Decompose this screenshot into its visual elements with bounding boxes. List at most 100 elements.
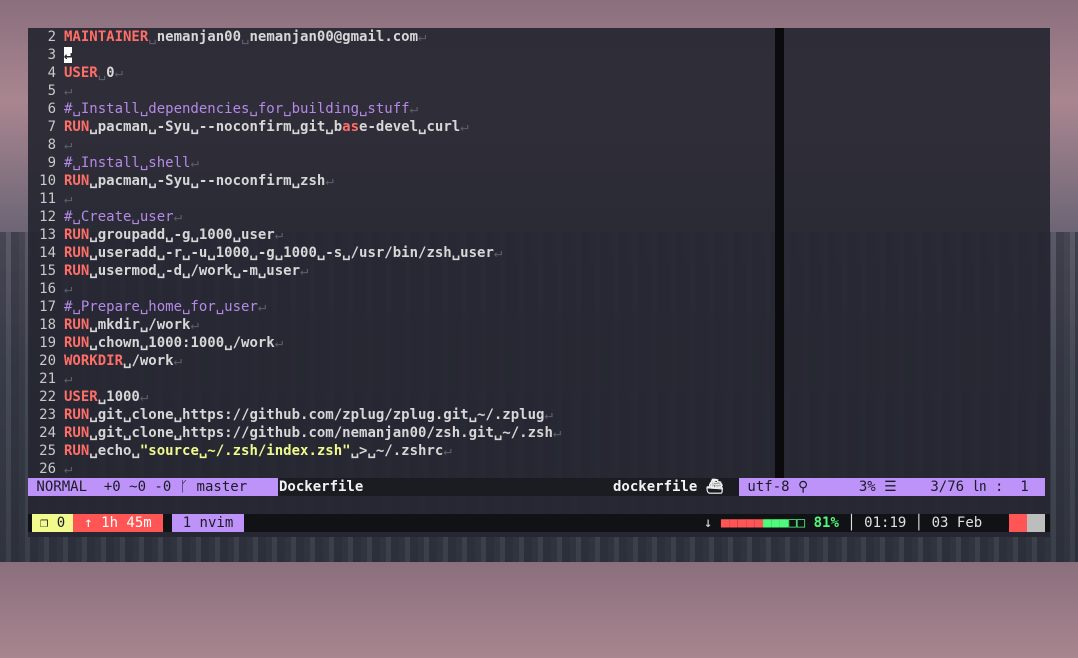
code-token: #␣Create␣user xyxy=(64,209,174,225)
tmux-statusbar: ❐ 0 ↑ 1h 45m 1 nvim ↓ ■■■■■■■■□□ 81% │ 0… xyxy=(28,514,1050,532)
line-number: 24 xyxy=(39,425,56,441)
line-number: 4 xyxy=(47,65,56,81)
editor-line[interactable]: 24 RUN␣git␣clone␣https://github.com/neman… xyxy=(28,424,775,442)
editor-line[interactable]: 5 ↵ xyxy=(28,82,775,100)
line-code: #␣Prepare␣home␣for␣user↵ xyxy=(56,299,266,315)
filename-label: Dockerfile xyxy=(279,479,364,495)
code-token: ␣chown␣1000:1000␣/work xyxy=(89,335,275,351)
code-token: ␣/work xyxy=(123,353,174,369)
battery-bar-empty: □□ xyxy=(788,515,806,531)
line-number: 11 xyxy=(39,191,56,207)
editor-line[interactable]: 18 RUN␣mkdir␣/work↵ xyxy=(28,316,775,334)
editor-line[interactable]: 3 ↵ xyxy=(28,46,775,64)
line-code: RUN␣mkdir␣/work↵ xyxy=(56,317,199,333)
code-token: ↵ xyxy=(552,425,562,441)
code-token: RUN xyxy=(64,245,90,261)
line-number: 25 xyxy=(39,443,56,459)
code-token: ↵ xyxy=(139,389,149,405)
text-cursor: ↵ xyxy=(64,47,73,63)
editor-line[interactable]: 9 #␣Install␣shell↵ xyxy=(28,154,775,172)
line-number: 8 xyxy=(47,137,56,153)
vertical-split-divider[interactable] xyxy=(775,28,784,478)
vim-statusline: NORMAL +0 ~0 -0 ᚴ master Dockerfile dock… xyxy=(28,478,1045,496)
editor-line[interactable]: 23 RUN␣git␣clone␣https://github.com/zplug… xyxy=(28,406,775,424)
code-token: ↵ xyxy=(64,137,73,153)
tmux-window-tab[interactable]: 1 nvim xyxy=(172,514,244,532)
line-code: RUN␣pacman␣-Syu␣--noconfirm␣git␣base-dev… xyxy=(56,119,469,135)
mode-indicator: NORMAL +0 ~0 -0 ᚴ master xyxy=(28,478,278,496)
battery-percent: 81% xyxy=(805,515,839,531)
code-token: "source␣~/.zsh/index.zsh" xyxy=(139,443,351,459)
code-token: ␣useradd␣-r␣-u␣1000␣-g␣1000␣-s␣/usr/bin/… xyxy=(89,245,494,261)
code-token: ␣mkdir␣/work xyxy=(89,317,191,333)
editor-line[interactable]: 25 RUN␣echo␣"source␣~/.zsh/index.zsh"␣>␣~… xyxy=(28,442,775,460)
line-code: ↵ xyxy=(56,371,72,387)
editor-line[interactable]: 8 ↵ xyxy=(28,136,775,154)
code-token: USER xyxy=(64,389,98,405)
line-code: MAINTAINER␣nemanjan00␣nemanjan00@gmail.c… xyxy=(56,29,426,45)
line-code: RUN␣pacman␣-Syu␣--noconfirm␣zsh↵ xyxy=(56,173,334,189)
line-code: USER␣0↵ xyxy=(56,65,123,81)
editor-buffer[interactable]: 2 MAINTAINER␣nemanjan00␣nemanjan00@gmail.… xyxy=(28,28,775,478)
code-token: ↵ xyxy=(300,263,309,279)
code-token: ␣ xyxy=(148,29,157,45)
battery-bar-low: ■■■■■ xyxy=(720,515,764,531)
code-token: ␣echo␣ xyxy=(89,443,140,459)
position-info: utf-8 ⚲ 3% ☰ 3/76 ㏑ : 1 xyxy=(739,478,1045,496)
editor-line[interactable]: 17 #␣Prepare␣home␣for␣user↵ xyxy=(28,298,775,316)
editor-line[interactable]: 22 USER␣1000↵ xyxy=(28,388,775,406)
code-token: RUN xyxy=(64,425,90,441)
code-token: RUN xyxy=(64,335,90,351)
line-number: 10 xyxy=(39,173,56,189)
code-token: nemanjan00 xyxy=(156,29,242,45)
code-token: RUN xyxy=(64,119,90,135)
editor-line[interactable]: 10 RUN␣pacman␣-Syu␣--noconfirm␣zsh↵ xyxy=(28,172,775,190)
editor-line[interactable]: 26 ↵ xyxy=(28,460,775,478)
code-token: ↵ xyxy=(274,227,284,243)
line-number: 9 xyxy=(47,155,56,171)
line-code: #␣Create␣user↵ xyxy=(56,209,182,225)
editor-line[interactable]: 14 RUN␣useradd␣-r␣-u␣1000␣-g␣1000␣-s␣/usr… xyxy=(28,244,775,262)
line-code: ↵ xyxy=(56,47,73,63)
battery-bar-high: ■■■ xyxy=(763,515,789,531)
editor-line[interactable]: 4 USER␣0↵ xyxy=(28,64,775,82)
code-token: RUN xyxy=(64,263,90,279)
battery-arrow-icon: ↓ xyxy=(704,515,721,531)
line-code: RUN␣chown␣1000:1000␣/work↵ xyxy=(56,335,283,351)
code-token: MAINTAINER xyxy=(64,29,149,45)
right-split-pane[interactable] xyxy=(784,28,1050,478)
line-code: ↵ xyxy=(56,461,72,477)
line-code: RUN␣groupadd␣-g␣1000␣user↵ xyxy=(56,227,283,243)
editor-line[interactable]: 19 RUN␣chown␣1000:1000␣/work↵ xyxy=(28,334,775,352)
code-token: ↵ xyxy=(190,155,199,171)
line-number: 23 xyxy=(39,407,56,423)
editor-line[interactable]: 6 #␣Install␣dependencies␣for␣building␣stu… xyxy=(28,100,775,118)
code-token: ↵ xyxy=(114,65,124,81)
editor-line[interactable]: 13 RUN␣groupadd␣-g␣1000␣user↵ xyxy=(28,226,775,244)
editor-line[interactable]: 7 RUN␣pacman␣-Syu␣--noconfirm␣git␣base-de… xyxy=(28,118,775,136)
line-number: 26 xyxy=(39,461,56,477)
editor-line[interactable]: 11 ↵ xyxy=(28,190,775,208)
editor-line[interactable]: 15 RUN␣usermod␣-d␣/work␣-m␣user↵ xyxy=(28,262,775,280)
code-token: ↵ xyxy=(257,299,267,315)
editor-line[interactable]: 20 WORKDIR␣/work↵ xyxy=(28,352,775,370)
code-token: RUN xyxy=(64,227,90,243)
editor-line[interactable]: 16 ↵ xyxy=(28,280,775,298)
code-token: #␣Install␣dependencies␣for␣building␣stuf… xyxy=(64,101,410,117)
line-number: 21 xyxy=(39,371,56,387)
code-token: ↵ xyxy=(443,443,452,459)
tmux-session-indicator[interactable]: ❐ 0 xyxy=(32,514,73,532)
code-token: RUN xyxy=(64,407,90,423)
line-code: #␣Install␣shell↵ xyxy=(56,155,199,171)
code-token: ↵ xyxy=(409,101,419,117)
terminal-window[interactable]: 2 MAINTAINER␣nemanjan00␣nemanjan00@gmail.… xyxy=(28,28,1050,537)
code-token: ↵ xyxy=(64,371,73,387)
editor-line[interactable]: 12 #␣Create␣user↵ xyxy=(28,208,775,226)
line-number: 19 xyxy=(39,335,56,351)
editor-line[interactable]: 2 MAINTAINER␣nemanjan00␣nemanjan00@gmail.… xyxy=(28,28,775,46)
filetype-label: dockerfile ⛴ xyxy=(613,479,724,495)
line-number: 18 xyxy=(39,317,56,333)
editor-line[interactable]: 21 ↵ xyxy=(28,370,775,388)
line-number: 17 xyxy=(39,299,56,315)
line-code: USER␣1000↵ xyxy=(56,389,148,405)
